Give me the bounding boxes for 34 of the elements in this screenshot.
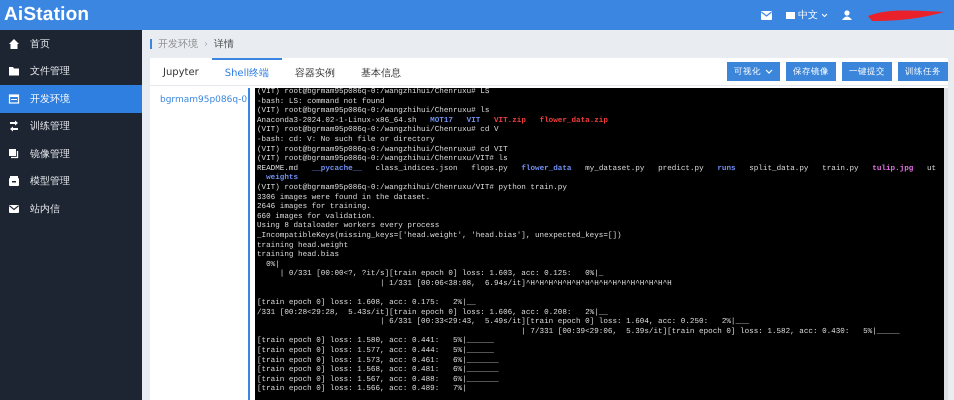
scrollbar[interactable] bbox=[944, 88, 948, 400]
tab[interactable]: Shell终端 bbox=[212, 58, 282, 85]
pod-item[interactable]: bgrmam95p086q-0 bbox=[150, 88, 248, 105]
folder-icon bbox=[8, 65, 20, 78]
language-selector[interactable]: 中文 bbox=[786, 8, 828, 22]
sidebar-item[interactable]: 首页 bbox=[0, 30, 142, 58]
breadcrumb-item: 详情 bbox=[214, 38, 234, 51]
app-logo[interactable]: AiStation bbox=[4, 4, 90, 26]
arrows-icon bbox=[8, 120, 20, 132]
sidebar-item[interactable]: 训练管理 bbox=[0, 112, 142, 140]
window-icon bbox=[8, 92, 20, 105]
dropdown-button[interactable]: 可视化 bbox=[727, 62, 780, 81]
breadcrumb-separator: › bbox=[204, 38, 208, 50]
action-button[interactable]: 一键提交 bbox=[842, 62, 892, 81]
mail-icon bbox=[8, 202, 20, 215]
sidebar-item[interactable]: 文件管理 bbox=[0, 58, 142, 85]
breadcrumb-item[interactable]: 开发环境 bbox=[158, 37, 198, 51]
tab[interactable]: Jupyter bbox=[150, 58, 212, 85]
tab[interactable]: 基本信息 bbox=[348, 58, 414, 85]
mail-icon[interactable] bbox=[761, 10, 772, 20]
stack-icon bbox=[8, 148, 20, 160]
user-icon[interactable] bbox=[842, 10, 852, 20]
sidebar-item[interactable]: 镜像管理 bbox=[0, 140, 142, 168]
sidebar-item[interactable]: 模型管理 bbox=[0, 168, 142, 195]
home-icon bbox=[8, 38, 20, 50]
tab[interactable]: 容器实例 bbox=[282, 58, 348, 85]
action-button[interactable]: 训练任务 bbox=[898, 62, 948, 81]
box-icon bbox=[8, 175, 20, 188]
terminal[interactable] bbox=[255, 88, 944, 400]
sidebar-item[interactable]: 开发环境 bbox=[0, 85, 142, 112]
flag-icon bbox=[786, 12, 795, 18]
action-button[interactable]: 保存镜像 bbox=[786, 62, 836, 81]
sidebar-item[interactable]: 站内信 bbox=[0, 195, 142, 222]
caret-icon bbox=[821, 12, 828, 18]
